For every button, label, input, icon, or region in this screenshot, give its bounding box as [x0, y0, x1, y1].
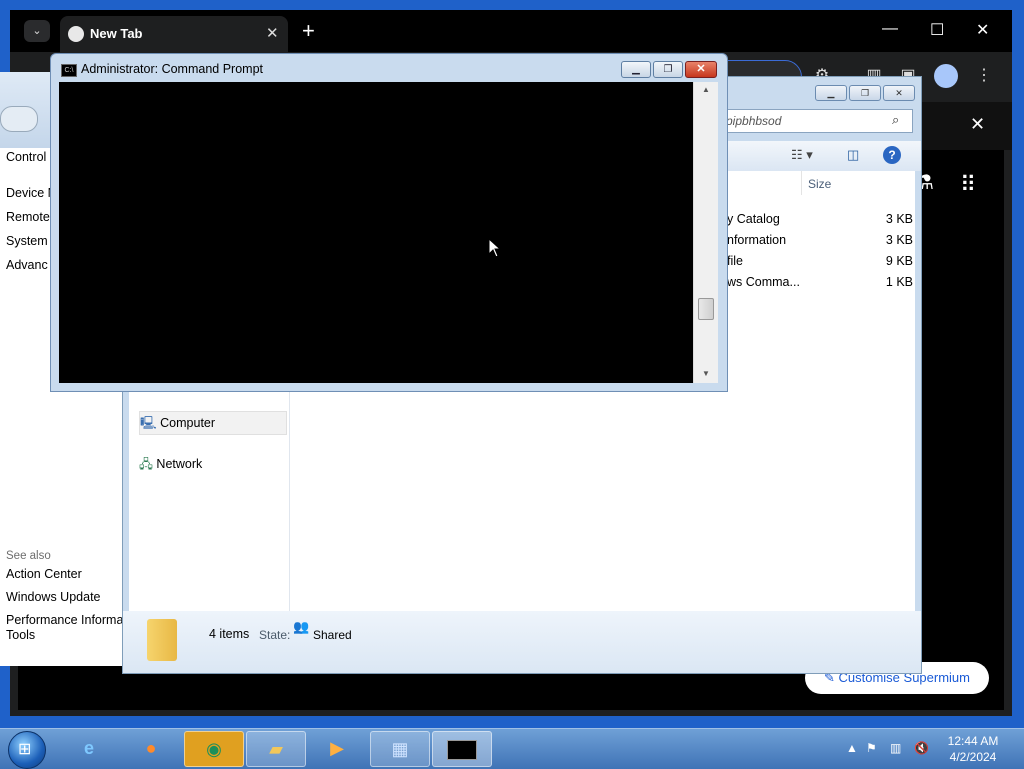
help-icon[interactable]: ? [883, 146, 901, 164]
info-bar-close-icon[interactable]: ✕ [970, 114, 985, 135]
file-row-name[interactable]: file [727, 254, 743, 268]
state-value: Shared [313, 628, 352, 642]
nav-computer-label: Computer [160, 416, 216, 430]
taskbar-clock[interactable]: 12:44 AM 4/2/2024 [940, 733, 1006, 765]
console-scrollbar[interactable]: ▲ ▼ [693, 82, 718, 383]
windows-logo-icon: ⊞ [18, 741, 32, 758]
see-also-heading: See also [6, 550, 51, 562]
computer-icon: 🖳 [140, 416, 161, 430]
tab-favicon-icon [68, 26, 84, 42]
shared-users-icon: 👥 [293, 619, 310, 634]
explorer-minimize-button[interactable]: ▁ [815, 85, 847, 101]
file-row-name[interactable]: ws Comma... [727, 275, 800, 289]
taskbar-command-prompt[interactable] [432, 731, 492, 767]
cmd-window-title: Administrator: Command Prompt [81, 62, 264, 76]
scroll-thumb[interactable] [698, 298, 714, 320]
cmd-taskbar-icon [447, 740, 477, 761]
folder-explorer-icon: ▰ [269, 739, 283, 759]
action-center-flag-icon[interactable]: ⚑ [866, 741, 877, 755]
taskbar-supermium[interactable]: ◉ [184, 731, 244, 767]
new-tab-button[interactable]: + [302, 18, 315, 44]
nav-item-computer[interactable]: 🖳 Computer [139, 411, 287, 435]
search-input[interactable]: pipbhbsod ⌕ [721, 109, 913, 133]
file-row-size: 3 KB [885, 212, 913, 226]
console-output[interactable] [59, 82, 693, 383]
folder-icon [147, 619, 177, 661]
network-tray-icon[interactable]: ▥ [890, 741, 901, 755]
back-forward-buttons[interactable] [0, 106, 38, 132]
link-performance-information[interactable]: Performance Informat [6, 613, 127, 627]
start-button[interactable]: ⊞ [8, 731, 46, 769]
clock-time: 12:44 AM [947, 734, 999, 748]
taskbar-firefox[interactable]: ● [122, 731, 180, 765]
apps-grid-icon[interactable]: ⠿ [960, 172, 976, 198]
profile-avatar[interactable] [934, 64, 958, 88]
mouse-cursor-icon [488, 238, 502, 258]
file-row-size: 3 KB [885, 233, 913, 247]
clock-date: 4/2/2024 [949, 750, 997, 764]
cmd-app-icon: C:\ [61, 64, 77, 77]
nav-item-network[interactable]: 🖧 Network [139, 453, 285, 475]
taskbar-control-panel[interactable]: ▦ [370, 731, 430, 767]
browser-minimize-button[interactable]: — [882, 20, 898, 38]
file-row-name[interactable]: nformation [727, 233, 786, 247]
scroll-down-arrow-icon[interactable]: ▼ [700, 368, 712, 380]
firefox-icon: ● [145, 738, 157, 758]
file-row-size: 9 KB [885, 254, 913, 268]
cp-link-advanced[interactable]: Advanc [6, 258, 48, 272]
cp-home-link[interactable]: Control [6, 150, 46, 164]
network-icon: 🖧 [139, 457, 157, 471]
browser-close-button[interactable]: ✕ [976, 20, 989, 40]
cmd-titlebar[interactable]: C:\ Administrator: Command Prompt ▁ ❐ ✕ [51, 54, 727, 82]
supermium-icon: ◉ [206, 739, 222, 759]
taskbar: ⊞ e ● ◉ ▰ ▶ ▦ ▲ ⚑ ▥ 🔇 12:44 AM 4/2/2024 [0, 728, 1024, 769]
taskbar-explorer[interactable]: ▰ [246, 731, 306, 767]
search-icon[interactable]: ⌕ [892, 112, 899, 128]
media-player-icon: ▶ [330, 738, 344, 758]
taskbar-internet-explorer[interactable]: e [60, 731, 118, 765]
link-action-center[interactable]: Action Center [6, 567, 82, 581]
control-panel-icon: ▦ [391, 739, 409, 759]
explorer-close-button[interactable]: ✕ [883, 85, 915, 101]
menu-kebab-icon[interactable]: ⋮ [972, 64, 996, 88]
tab-search-button[interactable]: ⌄ [24, 20, 50, 42]
file-row-size: 1 KB [885, 275, 913, 289]
cmd-close-button[interactable]: ✕ [685, 61, 717, 78]
link-windows-update[interactable]: Windows Update [6, 590, 101, 604]
column-header-size[interactable]: Size [801, 171, 922, 195]
browser-tab[interactable]: New Tab ✕ [60, 16, 288, 52]
cp-link-remote[interactable]: Remote [6, 210, 50, 224]
tab-title: New Tab [90, 26, 143, 41]
file-row-name[interactable]: y Catalog [727, 212, 780, 226]
link-performance-tools[interactable]: Tools [6, 628, 35, 642]
ie-icon: e [83, 738, 94, 758]
show-hidden-icons-icon[interactable]: ▲ [846, 741, 858, 755]
preview-pane-icon[interactable]: ◫ [847, 147, 859, 163]
explorer-maximize-button[interactable]: ❐ [849, 85, 881, 101]
scroll-up-arrow-icon[interactable]: ▲ [700, 84, 712, 96]
command-prompt-window: C:\ Administrator: Command Prompt ▁ ❐ ✕ … [50, 53, 728, 392]
column-size-label: Size [808, 177, 832, 191]
cmd-minimize-button[interactable]: ▁ [621, 61, 651, 78]
state-label: State: [259, 628, 291, 642]
browser-maximize-button[interactable]: ☐ [930, 20, 944, 40]
details-pane: 4 items State: 👥 Shared [123, 611, 921, 673]
volume-muted-icon[interactable]: 🔇 [914, 741, 929, 755]
tab-close-icon[interactable]: ✕ [266, 24, 279, 42]
search-text: pipbhbsod [726, 114, 782, 128]
nav-network-label: Network [156, 457, 203, 471]
change-view-icon[interactable]: ☷ ▾ [791, 147, 813, 163]
cmd-maximize-button[interactable]: ❐ [653, 61, 683, 78]
taskbar-media-player[interactable]: ▶ [308, 731, 366, 765]
item-count: 4 items [209, 627, 250, 641]
